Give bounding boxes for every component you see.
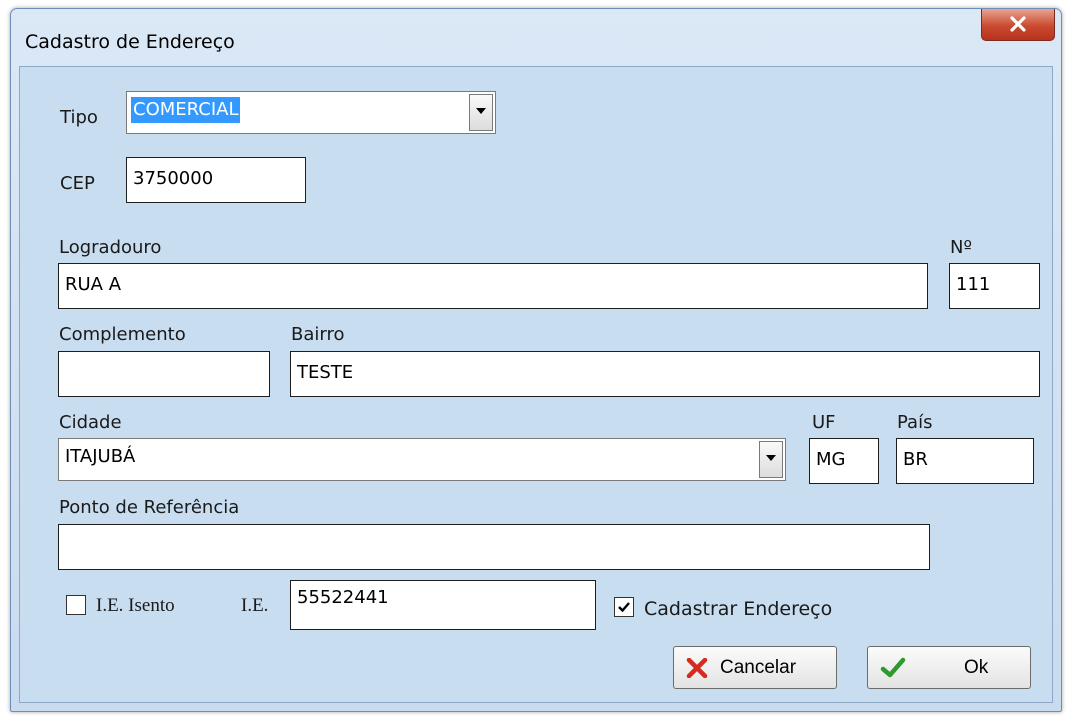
uf-input[interactable]: MG <box>809 438 879 484</box>
form-area: Tipo COMERCIAL CEP 3750000 Logradouro RU… <box>19 66 1053 703</box>
ie-input[interactable]: 55522441 <box>290 580 596 630</box>
ok-label: Ok <box>964 657 989 678</box>
logradouro-input[interactable]: RUA A <box>58 263 928 309</box>
close-icon <box>1010 16 1026 32</box>
cancel-button[interactable]: Cancelar <box>673 646 837 689</box>
checkmark-icon <box>618 602 630 613</box>
numero-input[interactable]: 111 <box>949 263 1040 309</box>
tipo-label: Tipo <box>60 107 98 128</box>
cep-label: CEP <box>60 173 95 194</box>
cidade-dropdown-button[interactable] <box>759 441 783 478</box>
tipo-select[interactable]: COMERCIAL <box>126 91 496 134</box>
cep-input[interactable]: 3750000 <box>126 157 306 203</box>
cancel-label: Cancelar <box>720 657 797 678</box>
cidade-value: ITAJUBÁ <box>65 446 136 467</box>
numero-label: Nº <box>950 237 972 258</box>
ponto-referencia-label: Ponto de Referência <box>59 497 240 518</box>
ponto-referencia-input[interactable] <box>58 524 930 570</box>
window-title: Cadastro de Endereço <box>25 31 235 53</box>
uf-label: UF <box>812 412 836 433</box>
dialog-window: Cadastro de Endereço Tipo COMERCIAL CEP … <box>10 8 1062 712</box>
cidade-label: Cidade <box>59 412 122 433</box>
logradouro-label: Logradouro <box>59 237 162 258</box>
checkmark-icon <box>880 657 906 678</box>
ie-isento-label: I.E. Isento <box>96 595 175 616</box>
complemento-input[interactable] <box>58 351 270 397</box>
bairro-input[interactable]: TESTE <box>290 351 1040 397</box>
cadastrar-endereco-label: Cadastrar Endereço <box>644 598 833 620</box>
cidade-select[interactable]: ITAJUBÁ <box>58 438 786 481</box>
tipo-dropdown-button[interactable] <box>469 94 493 131</box>
pais-label: País <box>897 412 933 433</box>
pais-input[interactable]: BR <box>896 438 1034 484</box>
x-icon <box>686 658 708 678</box>
bairro-label: Bairro <box>291 324 345 345</box>
close-button[interactable] <box>981 9 1055 41</box>
title-bar[interactable]: Cadastro de Endereço <box>11 9 1061 66</box>
ie-isento-checkbox[interactable] <box>66 595 86 615</box>
ok-button[interactable]: Ok <box>867 646 1031 689</box>
ie-label: I.E. <box>241 595 269 616</box>
complemento-label: Complemento <box>59 324 186 345</box>
tipo-value: COMERCIAL <box>131 97 241 123</box>
cadastrar-endereco-checkbox[interactable] <box>614 597 634 617</box>
